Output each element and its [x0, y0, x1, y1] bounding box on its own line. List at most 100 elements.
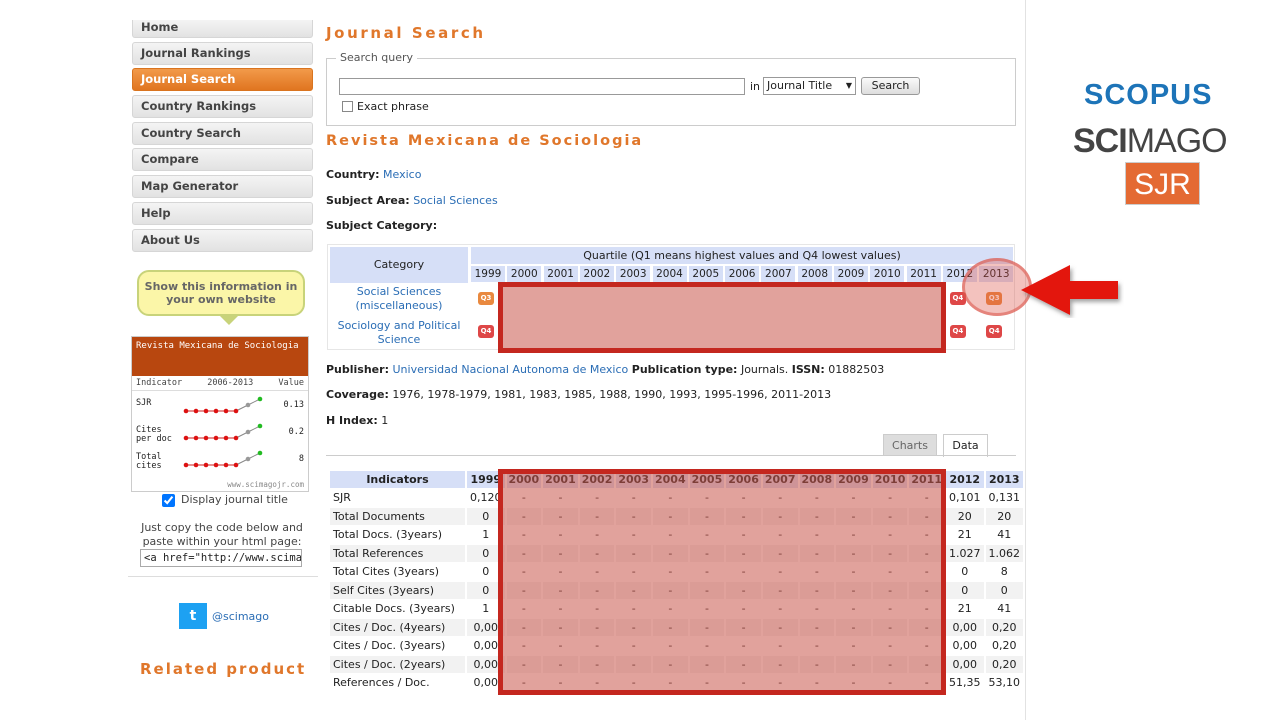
- year-header: 2011: [906, 266, 941, 282]
- table-cell: -: [726, 489, 761, 506]
- table-cell: -: [726, 656, 761, 673]
- table-cell: -: [689, 637, 725, 654]
- table-cell: -: [762, 674, 798, 691]
- search-field-select[interactable]: Journal Title ▼: [763, 77, 856, 95]
- table-cell: -: [909, 563, 944, 580]
- table-cell: -: [689, 489, 725, 506]
- country-link[interactable]: Mexico: [383, 168, 421, 181]
- sidebar-item-compare[interactable]: Compare: [132, 148, 313, 172]
- table-cell: -: [799, 545, 835, 562]
- subject-area-link[interactable]: Social Sciences: [413, 194, 497, 207]
- display-title-checkbox[interactable]: [162, 493, 175, 507]
- display-title-option[interactable]: Display journal title: [162, 493, 288, 507]
- table-cell: -: [616, 545, 651, 562]
- year-header: 2010: [870, 266, 905, 282]
- sidebar-item-about-us[interactable]: About Us: [132, 228, 313, 252]
- year-header: 2009: [836, 471, 871, 488]
- widget-header: Indicator 2006-2013 Value: [132, 376, 308, 391]
- country-line: Country: Mexico: [326, 168, 421, 181]
- table-cell: -: [872, 637, 908, 654]
- table-cell: -: [506, 674, 542, 691]
- table-cell: -: [726, 508, 761, 525]
- sidebar-item-map-generator[interactable]: Map Generator: [132, 175, 313, 199]
- table-row: SJR 0,120- - - - - - - - - - - -0,101 0,131: [330, 489, 1023, 506]
- tab-data[interactable]: Data: [943, 434, 988, 457]
- widget-row-label: Cites per doc: [136, 425, 172, 444]
- table-cell: -: [799, 674, 835, 691]
- table-cell: -: [762, 637, 798, 654]
- table-cell: -: [653, 637, 688, 654]
- search-input[interactable]: [339, 78, 745, 95]
- table-cell: -: [616, 600, 651, 617]
- twitter-link[interactable]: t @scimago: [179, 603, 269, 629]
- exact-phrase-option[interactable]: Exact phrase: [342, 100, 429, 113]
- table-cell: -: [543, 489, 578, 506]
- publisher-link[interactable]: Universidad Nacional Autonoma de Mexico: [392, 363, 628, 376]
- search-in-label: in: [750, 80, 761, 93]
- category-link[interactable]: Social Sciences (miscellaneous): [330, 285, 468, 313]
- embed-code-field[interactable]: <a href="http://www.scimagojr: [140, 549, 302, 567]
- subject-category-line: Subject Category:: [326, 219, 437, 232]
- table-cell: 0,00: [946, 619, 984, 636]
- sidebar-item-journal-rankings[interactable]: Journal Rankings: [132, 41, 313, 65]
- table-cell: -: [653, 582, 688, 599]
- table-cell: 0,00: [467, 637, 505, 654]
- year-header: 2005: [689, 471, 725, 488]
- table-cell: -: [653, 489, 688, 506]
- table-cell: -: [762, 656, 798, 673]
- table-cell: -: [909, 656, 944, 673]
- table-cell: -: [762, 545, 798, 562]
- table-cell: -: [543, 656, 578, 673]
- embed-promo-bubble[interactable]: Show this information in your own websit…: [137, 270, 305, 325]
- table-cell: -: [799, 582, 835, 599]
- search-button[interactable]: Search: [861, 77, 920, 95]
- table-cell: -: [579, 656, 615, 673]
- sidebar-item-country-rankings[interactable]: Country Rankings: [132, 95, 313, 119]
- table-row: Total Documents 0- - - - - - - - - - - -20 20: [330, 508, 1023, 525]
- quartile-badge: Q3: [478, 292, 494, 305]
- sparkline-icon: [183, 450, 263, 468]
- widget-head-years: 2006-2013: [207, 378, 254, 388]
- table-cell: -: [872, 674, 908, 691]
- sidebar-item-help[interactable]: Help: [132, 201, 313, 225]
- widget-head-indicator: Indicator: [136, 378, 183, 388]
- publisher-label: Publisher:: [326, 363, 389, 376]
- quartile-badge: Q4: [478, 325, 494, 338]
- table-cell: -: [543, 526, 578, 543]
- table-cell: -: [543, 674, 578, 691]
- publisher-line: Publisher: Universidad Nacional Autonoma…: [326, 363, 884, 376]
- table-cell: 1.062: [985, 545, 1023, 562]
- copy-instructions: Just copy the code below and paste withi…: [141, 521, 303, 548]
- sidebar-item-journal-search[interactable]: Journal Search: [132, 68, 313, 92]
- table-cell: -: [579, 600, 615, 617]
- table-cell: -: [799, 656, 835, 673]
- table-cell: 20: [946, 508, 984, 525]
- table-cell: 20: [985, 508, 1023, 525]
- widget-footer: www.scimagojr.com: [227, 480, 304, 489]
- table-cell: -: [689, 656, 725, 673]
- table-cell: -: [762, 489, 798, 506]
- table-cell: -: [836, 508, 871, 525]
- table-cell: -: [726, 674, 761, 691]
- search-field-select-value: Journal Title: [767, 79, 833, 92]
- year-header: 2006: [726, 471, 761, 488]
- table-cell: -: [653, 526, 688, 543]
- table-cell: -: [872, 489, 908, 506]
- table-row: Cites / Doc. (4years) 0,00- - - - - - - - - - - -0,0…: [330, 619, 1023, 636]
- table-cell: 0,101: [946, 489, 984, 506]
- category-link[interactable]: Sociology and Political Science: [330, 319, 468, 347]
- table-cell: -: [799, 619, 835, 636]
- indicator-label: Total References: [330, 545, 465, 562]
- table-cell: -: [579, 619, 615, 636]
- sidebar-item-country-search[interactable]: Country Search: [132, 121, 313, 145]
- table-cell: 0: [467, 563, 505, 580]
- sidebar-item-home[interactable]: Home: [132, 20, 313, 38]
- table-cell: 0: [985, 582, 1023, 599]
- exact-phrase-checkbox[interactable]: [342, 101, 353, 112]
- table-cell: -: [836, 489, 871, 506]
- table-cell: -: [579, 563, 615, 580]
- table-row: Total Cites (3years) 0- - - - - - - - - - - -0 8: [330, 563, 1023, 580]
- tab-charts[interactable]: Charts: [883, 434, 937, 456]
- table-cell: -: [689, 674, 725, 691]
- table-cell: 1.027: [946, 545, 984, 562]
